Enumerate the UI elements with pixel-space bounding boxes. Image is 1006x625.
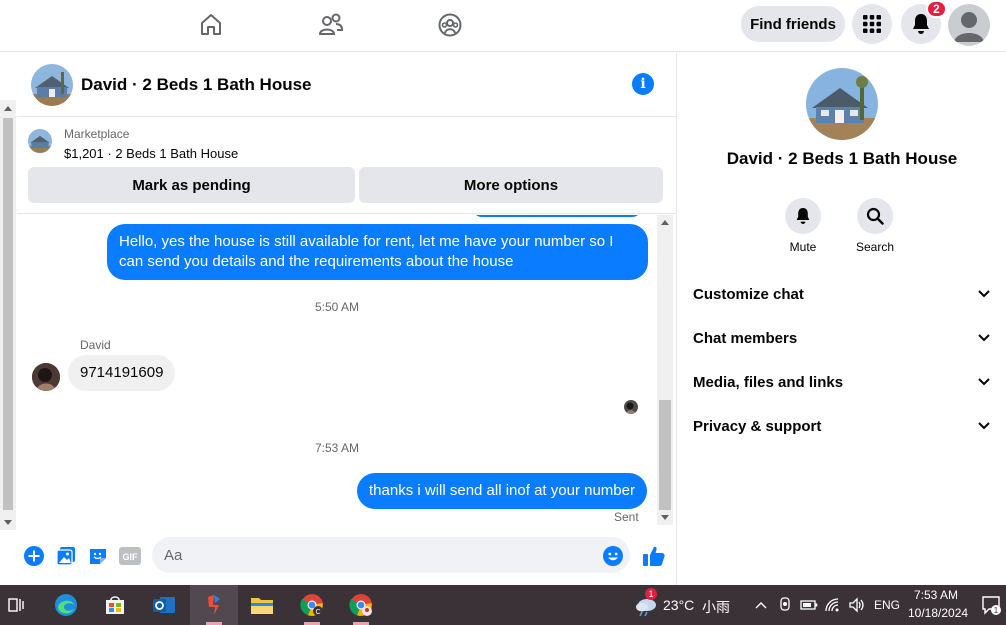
top-navigation-bar: Find friends 2 <box>0 0 1006 52</box>
marketplace-listing: Marketplace $1,201 · 2 Beds 1 Bath House… <box>17 118 676 214</box>
svg-text:C: C <box>315 609 320 616</box>
message-timestamp: 5:50 AM <box>314 300 360 314</box>
edge-browser-icon[interactable] <box>52 591 80 619</box>
privacy-support-row[interactable]: Privacy & support <box>677 404 1006 448</box>
file-explorer-icon[interactable] <box>248 591 276 619</box>
clock-time[interactable]: 7:53 AM <box>914 588 958 602</box>
weather-temperature[interactable]: 23°C <box>663 597 694 613</box>
row-label: Chat members <box>693 329 798 347</box>
row-label: Media, files and links <box>693 373 844 391</box>
conversation-details-panel: David · 2 Beds 1 Bath House Mute Search … <box>676 53 1006 585</box>
house-photo <box>31 64 73 106</box>
search-button[interactable]: Search <box>845 198 905 254</box>
message-bubble-outgoing[interactable]: Hello, yes the house is still available … <box>107 224 648 280</box>
notification-count: 1 <box>994 606 999 615</box>
marketplace-label: Marketplace <box>64 127 130 141</box>
seen-avatar <box>624 400 638 414</box>
windows-taskbar: C 1 23°C 小雨 ENG 7:53 AM 10/18/2024 1 <box>0 585 1006 625</box>
mute-button[interactable]: Mute <box>773 198 833 254</box>
customize-chat-row[interactable]: Customize chat <box>677 272 1006 316</box>
chevron-down-icon <box>978 422 990 430</box>
mute-label: Mute <box>789 240 817 254</box>
conversation-title: David · 2 Beds 1 Bath House <box>726 149 958 168</box>
chat-avatar[interactable] <box>31 64 73 106</box>
scrollbar-thumb[interactable] <box>659 400 671 510</box>
mark-as-pending-button[interactable]: Mark as pending <box>28 167 355 203</box>
app-icon[interactable] <box>200 591 228 619</box>
weather-description[interactable]: 小雨 <box>702 597 730 617</box>
message-bubble-outgoing[interactable]: thanks i will send all inof at your numb… <box>357 473 647 509</box>
gif-icon[interactable]: GIF <box>119 545 141 567</box>
groups-icon[interactable] <box>430 9 470 41</box>
input-language[interactable]: ENG <box>874 598 900 612</box>
sender-avatar[interactable] <box>32 363 60 391</box>
microsoft-store-icon[interactable] <box>101 591 129 619</box>
chrome-icon[interactable]: C <box>298 591 326 619</box>
grid-icon <box>863 15 881 33</box>
person-photo <box>32 363 60 391</box>
chat-members-row[interactable]: Chat members <box>677 316 1006 360</box>
message-input[interactable]: Aa <box>152 537 630 573</box>
house-photo <box>806 68 878 140</box>
scrollbar-thumb[interactable] <box>3 118 13 510</box>
friends-icon[interactable] <box>311 9 351 41</box>
message-composer: GIF Aa <box>17 527 676 584</box>
chevron-down-icon <box>978 378 990 386</box>
chat-title[interactable]: David · 2 Beds 1 Bath House <box>81 75 312 95</box>
sticker-icon[interactable] <box>87 545 109 567</box>
weather-badge: 1 <box>645 588 657 600</box>
scroll-up-arrow-icon[interactable] <box>4 106 12 111</box>
scroll-up-arrow-icon[interactable] <box>661 220 669 225</box>
volume-icon[interactable] <box>843 591 871 619</box>
house-photo <box>28 129 52 153</box>
scroll-down-arrow-icon[interactable] <box>661 515 669 520</box>
account-avatar[interactable] <box>948 4 990 46</box>
conversation-avatar[interactable] <box>806 68 878 140</box>
chevron-down-icon <box>978 334 990 342</box>
message-list[interactable]: Hello, yes the house is still available … <box>17 215 657 525</box>
clock-date[interactable]: 10/18/2024 <box>908 606 968 620</box>
task-view-icon[interactable] <box>2 591 30 619</box>
delivery-status: Sent <box>614 510 639 524</box>
message-bubble-partial <box>472 215 642 217</box>
notification-badge: 2 <box>926 0 947 18</box>
listing-title[interactable]: $1,201 · 2 Beds 1 Bath House <box>64 146 238 161</box>
photo-icon[interactable] <box>55 545 77 567</box>
menu-grid-button[interactable] <box>852 4 892 44</box>
plus-icon[interactable] <box>23 545 45 567</box>
more-options-button[interactable]: More options <box>359 167 663 203</box>
home-icon[interactable] <box>191 9 231 41</box>
info-icon[interactable]: i <box>632 73 654 95</box>
message-bubble-incoming[interactable]: 9714191609 <box>68 355 176 391</box>
media-files-links-row[interactable]: Media, files and links <box>677 360 1006 404</box>
scroll-down-arrow-icon[interactable] <box>4 520 12 525</box>
chevron-down-icon <box>978 290 990 298</box>
find-friends-button[interactable]: Find friends <box>741 6 845 42</box>
chrome-profile-icon[interactable] <box>347 591 375 619</box>
page-scrollbar[interactable] <box>0 100 16 530</box>
bell-icon <box>913 14 929 34</box>
svg-text:GIF: GIF <box>123 552 139 562</box>
sender-name: David <box>80 338 111 352</box>
row-label: Privacy & support <box>693 417 822 435</box>
listing-thumbnail[interactable] <box>28 129 52 153</box>
message-timestamp: 7:53 AM <box>314 441 360 455</box>
like-icon[interactable] <box>641 545 667 567</box>
emoji-icon[interactable] <box>602 545 624 567</box>
search-label: Search <box>855 240 895 254</box>
outlook-icon[interactable] <box>150 591 178 619</box>
messages-scrollbar[interactable] <box>657 215 673 525</box>
bell-icon <box>796 208 810 224</box>
row-label: Customize chat <box>693 285 804 303</box>
search-icon <box>866 207 884 225</box>
user-icon <box>954 12 984 42</box>
chat-header: David · 2 Beds 1 Bath House i <box>17 53 676 117</box>
notification-center-icon[interactable]: 1 <box>977 591 1005 619</box>
